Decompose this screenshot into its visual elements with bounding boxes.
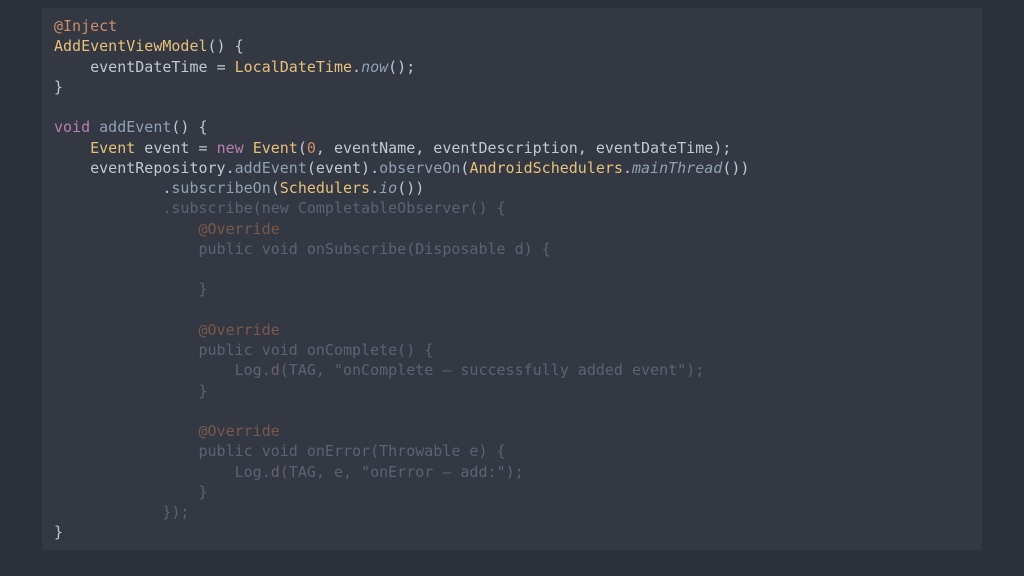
method-name: addEvent [99,118,171,136]
string-literal: "onComplete – successfully added event" [334,361,686,379]
dim-annotation: @Override [199,220,280,238]
code-block[interactable]: @Inject AddEventViewModel() { eventDateT… [54,16,970,543]
keyword-void: void [54,118,90,136]
annotation: @Inject [54,17,117,35]
code-editor-panel: @Inject AddEventViewModel() { eventDateT… [42,8,982,550]
dim-line: .subscribe(new CompletableObserver() { [54,199,506,217]
string-literal: "onError – add:" [361,463,506,481]
type: AddEventViewModel [54,37,208,55]
